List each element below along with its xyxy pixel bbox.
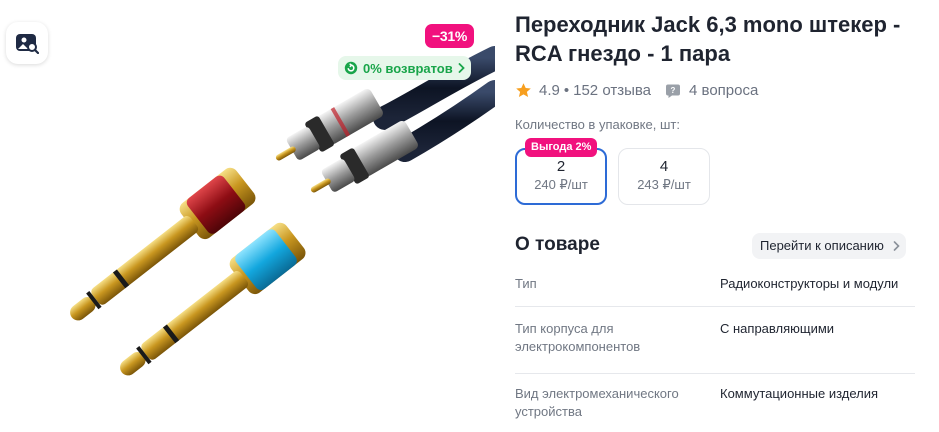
returns-rate-badge[interactable]: 0% возвратов: [338, 56, 471, 80]
product-gallery[interactable]: −31% 0% возвратов: [0, 0, 495, 432]
spec-value: Радиоконструкторы и модули: [720, 276, 899, 291]
returns-icon: [344, 61, 358, 75]
pack-price: 243 ₽/шт: [637, 177, 691, 192]
chevron-right-icon: [458, 63, 465, 73]
specs-table: Тип Радиоконструкторы и модули Тип корпу…: [515, 262, 915, 432]
benefit-badge: Выгода 2%: [525, 138, 598, 157]
svg-text:?: ?: [671, 86, 676, 95]
discount-badge: −31%: [425, 24, 474, 48]
returns-text: 0% возвратов: [363, 60, 453, 76]
spec-key: Вид электромеханического устройства: [515, 386, 679, 419]
rating-value: 4.9: [539, 82, 560, 99]
rating-row: 4.9 • 152 отзыва ? 4 вопроса: [515, 82, 758, 99]
about-title: О товаре: [515, 234, 600, 255]
spec-row: Тип корпуса для электрокомпонентов С нап…: [515, 307, 915, 374]
spec-row: Вид электромеханического устройства Комм…: [515, 374, 915, 432]
pack-count: 2: [556, 158, 566, 175]
questions-link[interactable]: 4 вопроса: [689, 82, 758, 99]
star-icon: [516, 83, 531, 97]
question-icon: ?: [666, 84, 681, 98]
spec-row: Тип Радиоконструкторы и модули: [515, 262, 915, 307]
image-search-icon: [16, 34, 39, 54]
spec-value: С направляющими: [720, 321, 835, 336]
go-to-description-button[interactable]: Перейти к описанию: [752, 233, 906, 259]
rating-separator: •: [563, 82, 570, 99]
pack-option-4[interactable]: 4 243 ₽/шт: [618, 148, 710, 205]
reviews-link[interactable]: 152 отзыва: [573, 82, 651, 99]
pack-count: 4: [659, 158, 669, 175]
product-title: Переходник Jack 6,3 mono штекер - RCA гн…: [515, 12, 901, 66]
chevron-right-icon: [893, 241, 900, 251]
visual-search-button[interactable]: [6, 22, 48, 64]
pack-price: 240 ₽/шт: [534, 177, 588, 192]
spec-value: Коммутационные изделия: [720, 386, 879, 401]
spec-key: Тип корпуса для электрокомпонентов: [515, 321, 641, 354]
spec-key: Тип: [515, 276, 537, 291]
go-to-description-label: Перейти к описанию: [760, 238, 884, 253]
quantity-label: Количество в упаковке, шт:: [515, 117, 680, 132]
